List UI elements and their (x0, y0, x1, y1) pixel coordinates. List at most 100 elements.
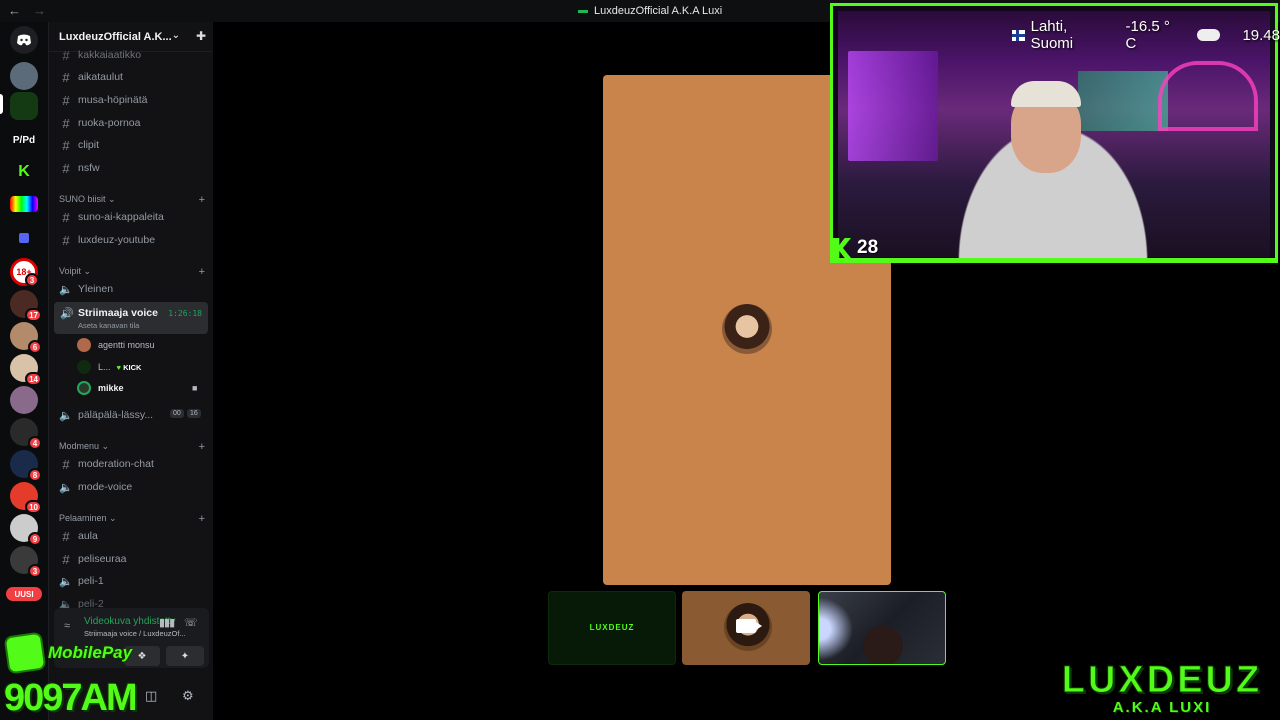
cloud-icon (1197, 29, 1221, 41)
hash-icon: # (62, 47, 70, 63)
discord-home-icon[interactable] (10, 26, 38, 54)
server-icon[interactable]: 10 (10, 482, 42, 514)
channel-item[interactable]: # luxdeuz-youtube (57, 230, 207, 250)
set-channel-status[interactable]: Aseta kanavan tila (78, 321, 139, 330)
channel-item[interactable]: # clipit (57, 135, 207, 155)
speaker-icon: 🔈 (59, 283, 73, 296)
server-icon[interactable] (10, 386, 38, 414)
gear-icon[interactable]: ⚙ (182, 688, 194, 704)
voice-channel-item[interactable]: 🔈 Yleinen (57, 279, 207, 299)
mobilepay-label: MobilePay (48, 643, 133, 662)
channel-item[interactable]: # ruoka-pornoa (57, 113, 207, 133)
active-voice-channel[interactable]: 🔊 Striimaaja voice Aseta kanavan tila 1:… (54, 302, 208, 334)
server-name: LuxdeuzOfficial A.K... (59, 30, 172, 43)
channel-item[interactable]: # aikataulut (57, 67, 207, 87)
unread-badge: 8 (28, 468, 42, 482)
voice-member[interactable]: mikke (77, 379, 124, 397)
video-thumbnail[interactable]: LUXDEUZ (548, 591, 676, 665)
server-icon[interactable] (10, 92, 38, 120)
video-camera-icon: ■ (192, 383, 198, 393)
back-button[interactable]: ← (8, 3, 21, 18)
add-channel-icon[interactable]: + (199, 513, 205, 525)
selected-indicator (0, 94, 3, 114)
weather-temperature: -16.5 ° C (1125, 18, 1170, 52)
server-icon[interactable] (10, 196, 38, 212)
video-thumbnail[interactable] (682, 591, 810, 665)
add-channel-icon[interactable]: + (199, 266, 205, 278)
server-icon[interactable] (10, 62, 38, 90)
brand-subtitle: A.K.A LUXI (1112, 699, 1212, 716)
category-header[interactable]: Voipit ⌄ + (59, 266, 207, 278)
hash-icon: # (62, 528, 70, 544)
kick-server-icon[interactable]: K (10, 158, 38, 186)
speaker-icon: 🔈 (59, 409, 73, 422)
app-icon (578, 9, 588, 13)
noise-suppression-icon[interactable]: ▮▮▮ (159, 616, 175, 629)
voice-member[interactable]: agentti monsu (77, 336, 155, 354)
server-icon[interactable]: 3 (10, 546, 42, 578)
server-icon[interactable]: 9 (10, 514, 42, 546)
clock-overlay: 9097AM (4, 677, 138, 719)
brand-name: LUXDEUZ (1061, 659, 1263, 701)
heart-icon: ♥ (116, 362, 121, 372)
video-thumbnail-selected[interactable] (818, 591, 946, 665)
user-limit: 16 (187, 409, 201, 418)
hash-icon: # (62, 551, 70, 567)
server-icon[interactable]: 4 (10, 418, 42, 450)
voice-member[interactable]: L... ♥ KICK (77, 358, 141, 376)
server-icon[interactable]: 17 (10, 290, 42, 322)
soundboard-button[interactable]: ✦ (166, 646, 204, 666)
channel-item[interactable]: # peliseuraa (57, 549, 207, 569)
add-channel-icon[interactable]: + (199, 441, 205, 453)
add-channel-icon[interactable]: + (199, 194, 205, 206)
mobilepay-logo-icon (3, 631, 47, 675)
channel-item[interactable]: # nsfw (57, 158, 207, 178)
server-icon[interactable]: 14 (10, 354, 42, 386)
headphones-icon[interactable]: ◫ (145, 688, 157, 704)
server-icon[interactable]: P/Pd (10, 126, 38, 154)
server-icon[interactable]: 6 (10, 322, 42, 354)
hash-icon: # (62, 209, 70, 225)
channel-item[interactable]: # suno-ai-kappaleita (57, 207, 207, 227)
channel-item[interactable]: # kakkaiaatikko (57, 45, 207, 65)
brand-logo: LUXDEUZ A.K.A LUXI (1046, 660, 1278, 716)
window-title-text: LuxdeuzOfficial A.K.A Luxi (594, 5, 723, 17)
hash-icon: # (62, 232, 70, 248)
disconnect-icon[interactable]: ☏ (184, 616, 198, 629)
hash-icon: # (62, 92, 70, 108)
category-header[interactable]: Modmenu ⌄ + (59, 441, 207, 453)
category-header[interactable]: Pelaaminen ⌄ + (59, 513, 207, 525)
channel-item[interactable]: # aula (57, 526, 207, 546)
channel-item[interactable]: # moderation-chat (57, 454, 207, 474)
hash-icon: # (62, 69, 70, 85)
thumbnail-label: LUXDEUZ (589, 623, 635, 632)
invite-people-icon[interactable]: ✚ (196, 29, 206, 43)
category-header[interactable]: SUNO biisit ⌄ + (59, 194, 207, 206)
speaker-icon: 🔊 (60, 308, 74, 320)
avatar (77, 360, 91, 374)
voice-channel-item[interactable]: 🔈 peli-1 (57, 571, 207, 591)
channel-sidebar: LuxdeuzOfficial A.K... ⌄ ✚ # kakkaiaatikk… (48, 22, 214, 720)
server-icon[interactable]: 18+ 3 (10, 258, 39, 287)
unread-badge: 9 (28, 532, 42, 546)
server-icon[interactable]: 8 (10, 450, 42, 482)
webcam-person (863, 626, 903, 664)
voice-channel-name: Striimaaja voice (78, 307, 158, 319)
unread-badge: 14 (25, 372, 42, 386)
unread-badge: 6 (28, 340, 42, 354)
neon-arch (1158, 61, 1258, 131)
unread-badge: 3 (28, 564, 42, 578)
new-servers-pill[interactable]: UUSI (6, 587, 42, 601)
channel-item[interactable]: # musa-höpinätä (57, 90, 207, 110)
voice-channel-item[interactable]: 🔈 mode-voice (57, 477, 207, 497)
unread-badge: 3 (25, 273, 39, 287)
avatar (722, 304, 772, 354)
forward-button[interactable]: → (33, 3, 46, 18)
video-camera-icon (736, 619, 762, 633)
voice-channel-item[interactable]: 🔈 päläpälä-lässy... (57, 405, 207, 425)
streamer (933, 81, 1173, 260)
unread-badge: 4 (28, 436, 42, 450)
kick-viewer-badge: 28 (833, 237, 878, 259)
folder-icon[interactable] (10, 224, 38, 252)
signal-icon[interactable]: ≈ (64, 620, 70, 632)
